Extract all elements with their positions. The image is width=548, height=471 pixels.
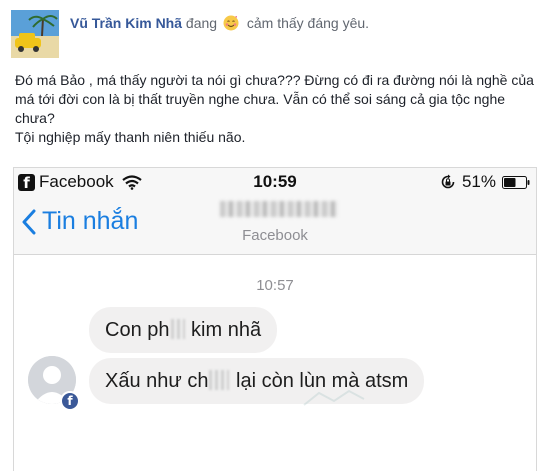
author-name[interactable]: Vũ Trần Kim Nhã (70, 15, 182, 31)
feeling-text: cảm thấy đáng yêu. (246, 15, 370, 31)
contact-name-blurred (220, 201, 338, 217)
avatar-image (11, 10, 59, 58)
conversation-nav-bar: Tin nhắn Facebook (14, 196, 536, 255)
battery-icon (502, 175, 530, 189)
post-text-paragraph: Đó má Bảo , má thấy người ta nói gì chưa… (15, 72, 534, 126)
rotation-lock-icon (441, 174, 455, 189)
message-text: Xấu như ch (105, 370, 209, 392)
status-bar-right: 51% (440, 172, 530, 192)
watermark-icon (303, 389, 365, 406)
message-timestamp: 10:57 (256, 277, 294, 294)
post-header-line: Vũ Trần Kim Nhã đang cảm thấy đáng yêu. (70, 15, 369, 31)
message-bubble[interactable]: Con ph kim nhã (89, 307, 278, 353)
facebook-badge-icon: f (60, 391, 80, 411)
verb-text: đang (185, 15, 218, 31)
message-text: kim nhã (185, 319, 262, 341)
messenger-screenshot[interactable]: f Facebook 10:59 51% Tin nhắn Facebook 1… (13, 167, 537, 471)
chat-area: 10:57 Con ph kim nhã Xấu như ch lại còn … (14, 255, 536, 471)
author-avatar[interactable] (11, 10, 59, 58)
status-bar: f Facebook 10:59 51% (14, 168, 536, 196)
nav-subtitle: Facebook (242, 227, 308, 244)
post-text: Đó má Bảo , má thấy người ta nói gì chưa… (15, 71, 535, 147)
post-text-paragraph: Tội nghiệp mấy thanh niên thiếu não. (15, 129, 246, 145)
post-header: Vũ Trần Kim Nhã đang cảm thấy đáng yêu. (0, 0, 548, 70)
battery-percent: 51% (461, 172, 496, 191)
feeling-emoji-icon (223, 15, 239, 31)
censored-text (170, 319, 185, 339)
censored-text (209, 370, 230, 390)
message-text: Con ph (105, 319, 170, 341)
message-bubble[interactable]: Xấu như ch lại còn lùn mà atsm (89, 358, 425, 404)
